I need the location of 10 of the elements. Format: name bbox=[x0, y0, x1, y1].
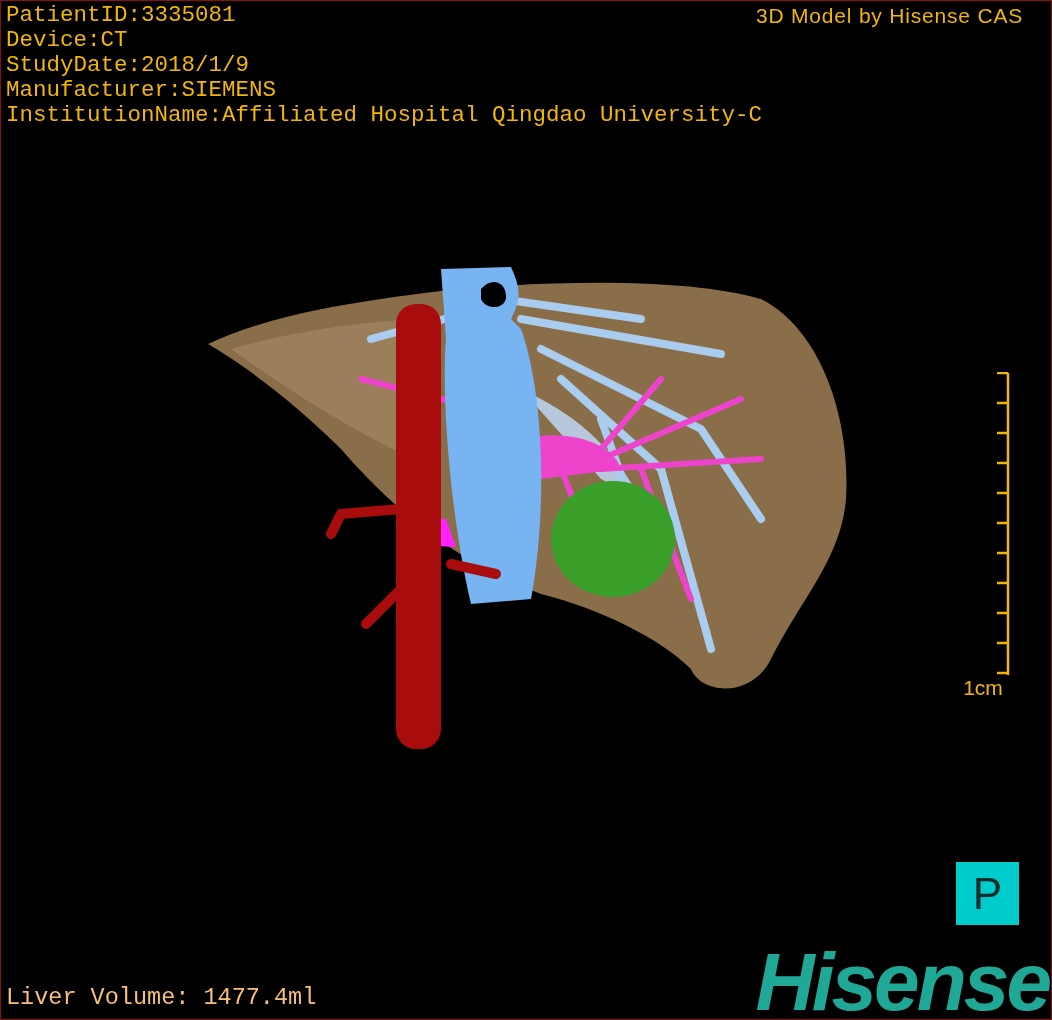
study-info-text: StudyDate:2018/1/9 bbox=[6, 53, 250, 78]
study-info-text: Manufacturer:SIEMENS bbox=[6, 78, 277, 103]
study-info-text: PatientID:3335081 bbox=[6, 3, 236, 28]
scale-label: 1cm bbox=[963, 676, 1003, 700]
orientation-marker: P bbox=[956, 862, 1019, 925]
study-info-text: Device:CT bbox=[6, 28, 128, 53]
liver-volume-text: Liver Volume: 1477.4ml bbox=[6, 983, 317, 1013]
brand-logo: Hisense bbox=[755, 949, 1049, 1015]
viewer-title: 3D Model by Hisense CAS bbox=[756, 3, 1023, 28]
study-info-text: InstitutionName:Affiliated Hospital Qingdao University-C bbox=[6, 103, 763, 128]
